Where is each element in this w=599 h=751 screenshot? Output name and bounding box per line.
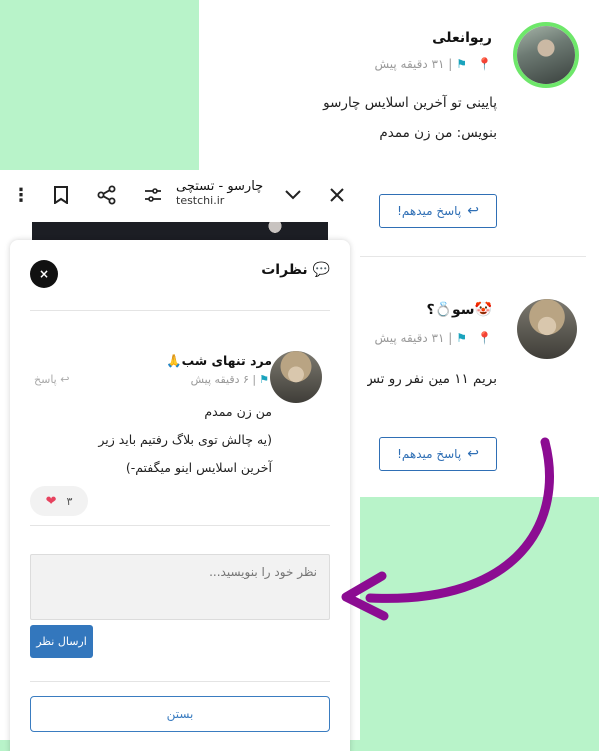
close-modal-button[interactable]: بستن [30, 696, 330, 732]
avatar[interactable] [513, 22, 579, 88]
flag-icon[interactable]: ⚑ [456, 57, 467, 71]
comment-text: من زن ممدم (یه چالش توی بلاگ رفتیم باید … [32, 398, 272, 482]
comment-author-name[interactable]: سو💍؟🤡 [426, 302, 492, 318]
like-button[interactable]: ❤ ۳ [30, 486, 88, 516]
like-count: ۳ [66, 494, 73, 508]
chevron-down-icon[interactable] [280, 182, 306, 208]
green-background-top [0, 0, 199, 170]
page-title-block[interactable]: چارسو - تستچی testchi.ir [176, 179, 271, 207]
reply-label: پاسخ میدهم! [397, 204, 462, 218]
avatar[interactable] [517, 299, 577, 359]
reply-arrow-icon: ↩ [60, 373, 70, 386]
comment-meta: 📍⚑| ۳۱ دقیقه پیش [374, 331, 492, 345]
comment-text: بریم ۱۱ مین نفر رو تس [367, 371, 497, 387]
background-image [32, 222, 328, 242]
heart-icon: ❤ [45, 493, 57, 509]
reply-label: پاسخ [34, 373, 57, 386]
pin-icon: 📍 [477, 331, 492, 345]
page-title: چارسو - تستچی [176, 179, 264, 194]
reply-button[interactable]: ↩ پاسخ میدهم! [379, 194, 497, 228]
divider [360, 256, 586, 257]
comment-input[interactable] [30, 554, 330, 620]
divider [30, 681, 330, 682]
comment-time: ۳۱ دقیقه پیش [374, 57, 445, 71]
comment-author-name[interactable]: مرد تنهای شب🙏 [166, 353, 272, 369]
comment-meta: ⚑| ۶ دقیقه پیش [190, 373, 269, 386]
send-comment-button[interactable]: ارسال نظر [30, 625, 93, 658]
reply-link[interactable]: ↩ پاسخ [34, 373, 69, 386]
comment-line: (یه چالش توی بلاگ رفتیم باید زیر [98, 432, 272, 447]
tune-icon[interactable] [140, 182, 166, 208]
comment-time: ۳۱ دقیقه پیش [374, 331, 445, 345]
comment-line: آخرین اسلایس اینو میگفتم-) [125, 460, 272, 475]
comment-line: من زن ممدم [204, 404, 272, 419]
comment-meta: 📍⚑| ۳۱ دقیقه پیش [374, 57, 492, 71]
annotation-arrow [341, 437, 554, 621]
close-icon[interactable]: × [30, 260, 58, 288]
bookmark-icon[interactable] [48, 182, 74, 208]
comment-time: ۶ دقیقه پیش [190, 373, 249, 386]
comment-text: پایینی تو آخرین اسلایس چارسو بنویس: من ز… [323, 95, 497, 141]
comment-author-name[interactable]: ریوانعلی [432, 30, 492, 46]
flag-icon[interactable]: ⚑ [259, 373, 269, 386]
divider [30, 525, 330, 526]
share-icon[interactable] [94, 182, 120, 208]
avatar[interactable] [270, 351, 322, 403]
comments-modal: 💬 نظرات × مرد تنهای شب🙏 ⚑| ۶ دقیقه پیش ↩… [10, 240, 350, 751]
reply-arrow-icon: ↩ [467, 203, 479, 219]
more-vert-icon[interactable]: ⋮ [8, 182, 34, 208]
divider [30, 310, 330, 311]
flag-icon[interactable]: ⚑ [456, 331, 467, 345]
browser-toolbar: ⋮ چارسو - تستچی testchi.ir [0, 170, 360, 222]
pin-icon: 📍 [477, 57, 492, 71]
page-url: testchi.ir [176, 194, 225, 207]
modal-title: 💬 نظرات [261, 262, 330, 278]
close-icon[interactable] [324, 182, 350, 208]
